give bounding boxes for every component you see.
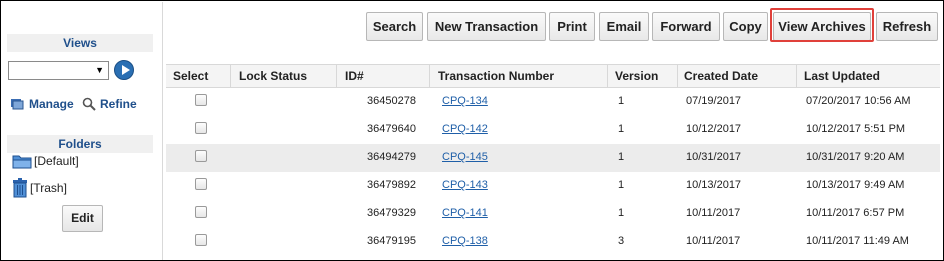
refine-label: Refine: [100, 97, 137, 111]
go-button[interactable]: [114, 60, 134, 80]
version-cell: 1: [618, 151, 625, 163]
created-date-cell: 10/11/2017: [686, 207, 741, 219]
id-cell: 36479195: [367, 235, 416, 247]
last-updated-cell: 10/11/2017 6:57 PM: [806, 207, 905, 219]
select-checkbox[interactable]: [195, 150, 207, 162]
select-checkbox[interactable]: [195, 94, 207, 106]
highlight-box: [770, 8, 874, 42]
column-header-id[interactable]: ID#: [337, 65, 430, 87]
views-heading: Views: [7, 34, 153, 52]
edit-button[interactable]: Edit: [62, 205, 103, 232]
table-row[interactable]: 36494279 CPQ-145 1 10/31/2017 10/31/2017 9:2…: [166, 144, 940, 172]
manage-label: Manage: [29, 97, 74, 111]
sidebar: Views ▼ Manage Refine Folders [Default] …: [2, 2, 163, 260]
forward-button[interactable]: Forward: [652, 12, 720, 41]
app-frame: Views ▼ Manage Refine Folders [Default] …: [0, 0, 944, 261]
id-cell: 36450278: [367, 95, 416, 107]
last-updated-cell: 10/11/2017 11:49 AM: [806, 235, 909, 247]
transaction-link[interactable]: CPQ-143: [442, 172, 488, 200]
id-cell: 36479640: [367, 123, 416, 135]
transaction-link[interactable]: CPQ-141: [442, 200, 488, 228]
transaction-link[interactable]: CPQ-134: [442, 88, 488, 116]
last-updated-cell: 10/12/2017 5:51 PM: [806, 123, 906, 135]
search-button[interactable]: Search: [366, 12, 423, 41]
version-cell: 1: [618, 95, 625, 107]
select-checkbox[interactable]: [195, 122, 207, 134]
column-header-last-updated[interactable]: Last Updated: [797, 65, 940, 87]
version-cell: 3: [618, 235, 625, 247]
magnifier-icon: [82, 97, 96, 111]
print-button[interactable]: Print: [549, 12, 595, 41]
folder-label: [Default]: [34, 154, 79, 168]
id-cell: 36494279: [367, 151, 416, 163]
folder-label: [Trash]: [30, 181, 67, 195]
table-header: Select Lock Status ID# Transaction Numbe…: [166, 64, 940, 88]
new-transaction-button[interactable]: New Transaction: [427, 12, 546, 41]
email-button[interactable]: Email: [599, 12, 649, 41]
last-updated-cell: 07/20/2017 10:56 AM: [806, 95, 911, 107]
refresh-button[interactable]: Refresh: [876, 12, 938, 41]
column-header-select[interactable]: Select: [166, 65, 231, 87]
table-row[interactable]: 36479892 CPQ-143 1 10/13/2017 10/13/2017 9:4…: [166, 172, 940, 200]
folder-icon: [12, 155, 32, 169]
manage-link[interactable]: Manage: [11, 97, 74, 111]
select-checkbox[interactable]: [195, 178, 207, 190]
column-header-transaction-number[interactable]: Transaction Number: [430, 65, 608, 87]
folders-heading: Folders: [7, 135, 153, 153]
transaction-link[interactable]: CPQ-142: [442, 116, 488, 144]
refine-link[interactable]: Refine: [82, 97, 137, 111]
manage-icon: [11, 99, 24, 110]
chevron-down-icon: ▼: [95, 65, 104, 75]
copy-button[interactable]: Copy: [723, 12, 768, 41]
last-updated-cell: 10/31/2017 9:20 AM: [806, 151, 905, 163]
id-cell: 36479892: [367, 179, 416, 191]
table-row[interactable]: 36479329 CPQ-141 1 10/11/2017 10/11/2017 6:5…: [166, 200, 940, 228]
table-row[interactable]: 36450278 CPQ-134 1 07/19/2017 07/20/2017 10:…: [166, 88, 940, 116]
created-date-cell: 10/31/2017: [686, 151, 742, 163]
created-date-cell: 10/12/2017: [686, 123, 742, 135]
last-updated-cell: 10/13/2017 9:49 AM: [806, 179, 905, 191]
folder-trash[interactable]: [Trash]: [12, 178, 67, 198]
created-date-cell: 10/13/2017: [686, 179, 742, 191]
select-checkbox[interactable]: [195, 206, 207, 218]
trash-icon: [13, 178, 27, 198]
column-header-lock-status[interactable]: Lock Status: [231, 65, 337, 87]
version-cell: 1: [618, 123, 625, 135]
column-header-version[interactable]: Version: [608, 65, 678, 87]
version-cell: 1: [618, 179, 625, 191]
table-row[interactable]: 36479195 CPQ-138 3 10/11/2017 10/11/2017 11:…: [166, 228, 940, 256]
column-header-created-date[interactable]: Created Date: [678, 65, 797, 87]
table-row[interactable]: 36479640 CPQ-142 1 10/12/2017 10/12/2017 5:5…: [166, 116, 940, 144]
id-cell: 36479329: [367, 207, 416, 219]
views-dropdown[interactable]: ▼: [8, 61, 109, 80]
select-checkbox[interactable]: [195, 234, 207, 246]
created-date-cell: 10/11/2017: [686, 235, 741, 247]
transaction-link[interactable]: CPQ-145: [442, 144, 488, 172]
created-date-cell: 07/19/2017: [686, 95, 742, 107]
version-cell: 1: [618, 207, 625, 219]
folder-default[interactable]: [Default]: [12, 153, 79, 169]
transaction-link[interactable]: CPQ-138: [442, 228, 488, 256]
